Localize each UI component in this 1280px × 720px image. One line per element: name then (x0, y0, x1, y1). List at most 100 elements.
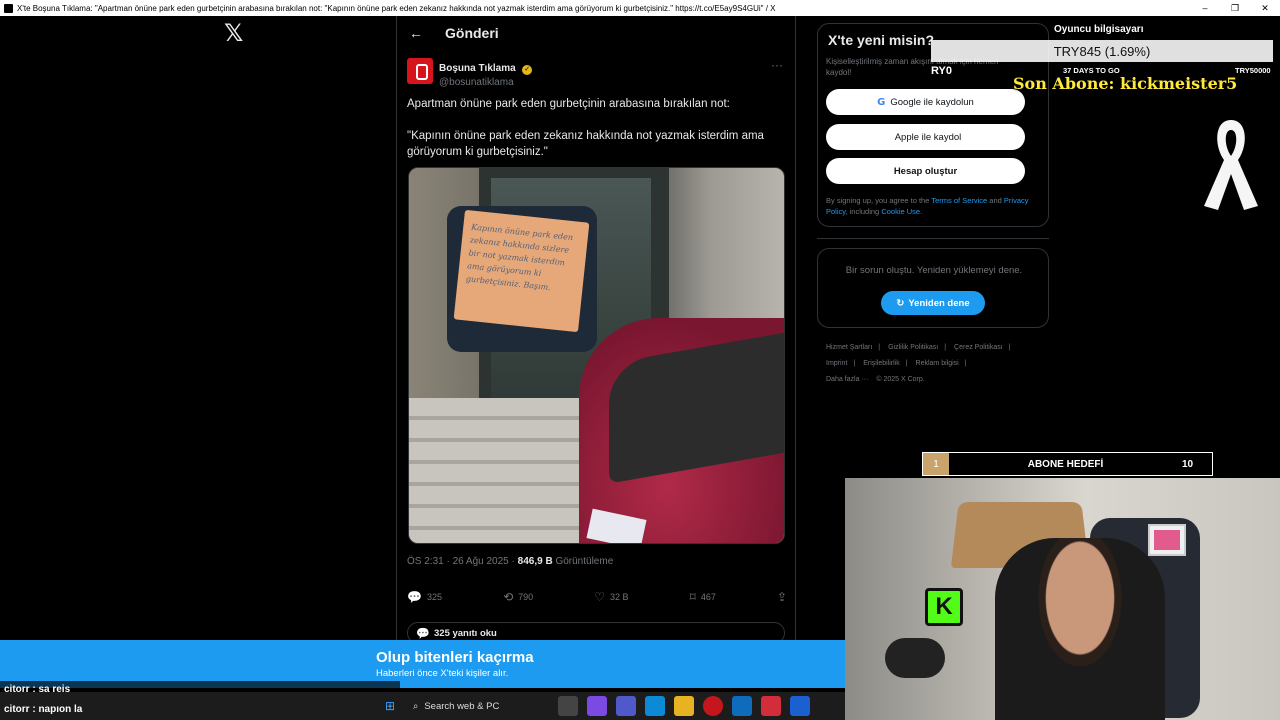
subscriber-goal-bar: 1 ABONE HEDEFİ 10 (922, 452, 1213, 476)
chat-message: citorr : napıon la (0, 701, 400, 719)
google-signup-button[interactable]: G Google ile kaydolun (826, 89, 1025, 115)
footer-copyright: © 2025 X Corp. (876, 376, 925, 383)
x-logo-icon[interactable]: 𝕏 (224, 21, 246, 45)
stream-price-box: TRY845 (1.69%) (931, 40, 1273, 62)
last-subscriber: Son Abone: kickmeister5 (1013, 74, 1238, 93)
opera-icon[interactable] (703, 696, 723, 716)
refresh-icon: ↻ (896, 297, 905, 309)
teams-icon[interactable] (616, 696, 636, 716)
back-arrow-icon[interactable]: ← (409, 25, 423, 41)
error-panel: Bir sorun oluştu. Yeniden yüklemeyi dene… (817, 248, 1049, 328)
edge-icon[interactable] (645, 696, 665, 716)
stream-try0: RY0 (931, 65, 952, 77)
page-title: Gönderi (445, 25, 499, 41)
retweet-icon: ⟲ (503, 590, 514, 604)
task-view-icon[interactable] (558, 696, 578, 716)
footer-sep: | (905, 360, 908, 367)
footer-sep: | (878, 344, 881, 351)
legal-and: and (987, 196, 1004, 205)
share-button[interactable]: ⇪ (777, 590, 787, 604)
search-icon: ⌕ (413, 700, 419, 712)
reply-icon: 💬 (407, 590, 422, 604)
office-icon[interactable] (761, 696, 781, 716)
webcam-frame-photo (1154, 530, 1180, 550)
taskbar-search[interactable]: ⌕ Search web & PC (409, 695, 549, 717)
like-button[interactable]: ♡ 32 B (594, 590, 628, 604)
toast-subtitle: Haberleri önce X'teki kişiler alır. (376, 668, 509, 679)
footer-link-privacy[interactable]: Gizlilik Politikası (888, 344, 938, 351)
footer-link-accessibility[interactable]: Erişilebilirlik (863, 360, 900, 367)
webcam-feed: K (845, 478, 1280, 720)
reply-count: 325 (426, 592, 442, 602)
author-handle[interactable]: @bosunatiklama (439, 77, 532, 88)
tweet-views-count: 846,9 B (517, 556, 553, 567)
retry-button[interactable]: ↻ Yeniden dene (881, 291, 985, 315)
maximize-button[interactable]: ❐ (1220, 3, 1250, 14)
terms-link[interactable]: Terms of Service (931, 196, 987, 205)
footer-sep: | (964, 360, 967, 367)
legal-text: By signing up, you agree to the (826, 196, 932, 205)
tweet-views-label: Görüntüleme (552, 556, 614, 567)
taskbar-icons: ⊞ ⌕ Search web & PC (380, 695, 810, 717)
signup-title: X'te yeni misin? (828, 32, 935, 48)
create-account-label: Hesap oluştur (893, 165, 958, 177)
copilot-icon[interactable] (587, 696, 607, 716)
footer-sep: | (944, 344, 947, 351)
toast-title: Olup bitenleri kaçırma (376, 649, 534, 666)
footer-link-cookie[interactable]: Çerez Politikası (954, 344, 1003, 351)
tweet-text: Apartman önüne park eden gurbetçinin ara… (407, 96, 787, 176)
create-account-button[interactable]: Hesap oluştur (826, 158, 1025, 184)
google-icon: G (877, 96, 886, 108)
legal-including: , including (845, 207, 882, 216)
apple-signup-label: Apple ile kaydol (894, 131, 962, 143)
footer-more[interactable]: Daha fazla ··· (826, 376, 868, 383)
tweet-text-line: Apartman önüne park eden gurbetçinin ara… (407, 98, 730, 110)
stream-price: TRY845 (1.69%) (1053, 43, 1151, 59)
more-options-icon[interactable]: ··· (771, 58, 783, 72)
heart-icon: ♡ (594, 590, 606, 604)
read-replies-label: 325 yanıtı oku (434, 627, 497, 639)
reply-bubble-icon: 💬 (416, 626, 430, 640)
page-header: ← Gönderi (397, 16, 795, 50)
author-name[interactable]: Boşuna Tıklama (439, 63, 516, 74)
outlook-icon[interactable] (732, 696, 752, 716)
like-count: 32 B (610, 592, 629, 602)
chat-text: : napıon la (29, 704, 83, 715)
lightshot-icon[interactable] (790, 696, 810, 716)
window-titlebar: X'te Boşuna Tıklama: "Apartman önüne par… (0, 0, 1280, 16)
goal-target: 10 (1182, 458, 1194, 470)
divider (817, 238, 1049, 239)
bookmark-button[interactable]: ⌑ 467 (690, 590, 716, 604)
avatar[interactable] (407, 58, 433, 84)
cookie-link[interactable]: Cookie Use. (881, 207, 922, 216)
microphone-icon (885, 638, 945, 678)
handwritten-note: Kapının önüne park eden zekanız hakkında… (453, 209, 590, 333)
tweet-photo[interactable]: Kapının önüne park eden zekanız hakkında… (408, 167, 785, 544)
taskbar-search-label: Search web & PC (424, 700, 500, 712)
tweet-text-quote: "Kapının önüne park eden zekanız hakkınd… (407, 130, 764, 158)
stream-try50: TRY50000 (1235, 66, 1271, 75)
webcam-person (995, 538, 1165, 720)
reply-button[interactable]: 💬 325 (407, 590, 442, 604)
close-button[interactable]: ✕ (1250, 3, 1280, 14)
tweet-author[interactable]: Boşuna Tıklama ✓ @bosunatiklama (407, 58, 533, 88)
tweet-column: ← Gönderi Boşuna Tıklama ✓ @bosunatiklam… (396, 16, 796, 644)
footer-sep: | (853, 360, 856, 367)
signup-legal: By signing up, you agree to the Terms of… (826, 195, 1041, 217)
retweet-button[interactable]: ⟲ 790 (503, 590, 533, 604)
footer-link-ads[interactable]: Reklam bilgisi (916, 360, 959, 367)
footer-link-terms[interactable]: Hizmet Şartları (826, 344, 872, 351)
error-message: Bir sorun oluştu. Yeniden yüklemeyi dene… (845, 265, 1023, 276)
file-explorer-icon[interactable] (674, 696, 694, 716)
stream-player-label: Oyuncu bilgisayarı (1054, 24, 1144, 35)
tweet-timestamp[interactable]: ÖS 2:31 · 26 Ağu 2025 · (407, 556, 518, 567)
minimize-button[interactable]: – (1190, 3, 1220, 13)
footer-links: Hizmet Şartları | Gizlilik Politikası | Çe… (826, 340, 1046, 388)
footer-sep: | (1008, 344, 1011, 351)
kick-logo-icon: K (925, 588, 963, 626)
apple-signup-button[interactable]: Apple ile kaydol (826, 124, 1025, 150)
tweet-actions: 💬 325 ⟲ 790 ♡ 32 B ⌑ 467 ⇪ (407, 590, 787, 604)
google-signup-label: Google ile kaydolun (890, 96, 974, 108)
footer-link-imprint[interactable]: Imprint (826, 360, 847, 367)
x-app-icon (4, 3, 13, 13)
